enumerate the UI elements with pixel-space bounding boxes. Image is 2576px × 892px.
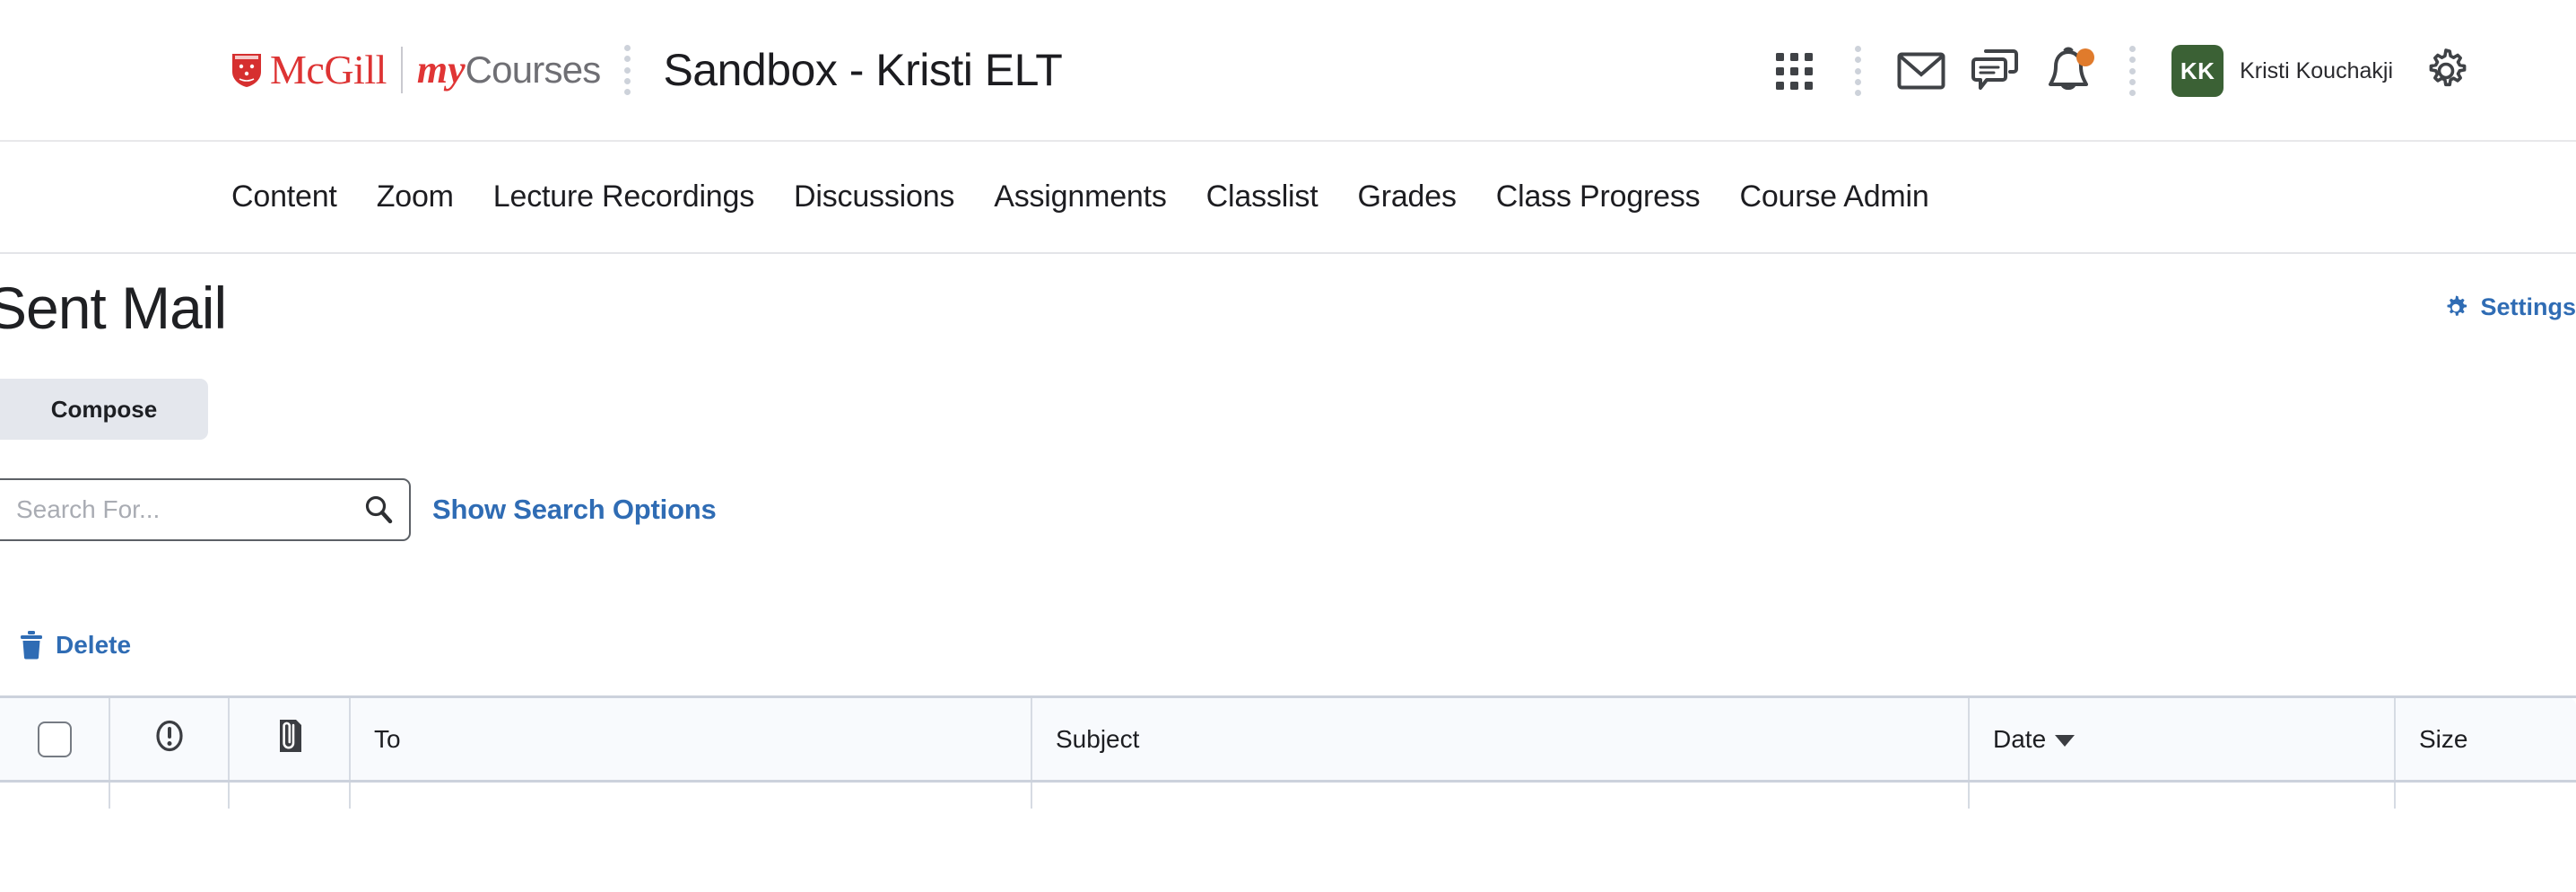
nav-item-lecture-recordings[interactable]: Lecture Recordings (493, 179, 754, 214)
table-header: To Subject Date Size (0, 695, 2576, 783)
apps-grid-icon (1775, 52, 1813, 90)
course-nav-bar: Content Zoom Lecture Recordings Discussi… (0, 142, 2576, 254)
cell-priority (109, 781, 230, 809)
search-input[interactable] (16, 495, 362, 524)
search-row: Show Search Options (0, 478, 717, 541)
email-icon (1897, 52, 1945, 90)
trash-icon (21, 631, 42, 660)
cell-date (1969, 781, 2396, 809)
header-dot-separator (623, 45, 631, 95)
table-header-row: To Subject Date Size (0, 695, 2576, 783)
compose-button-wrapper: Compose (0, 379, 208, 440)
mycourses-brand-logo[interactable]: McGill my Courses (231, 47, 602, 93)
mcgill-wordmark: McGill (270, 47, 387, 92)
nav-item-zoom[interactable]: Zoom (377, 179, 454, 214)
priority-exclamation-icon (155, 720, 183, 752)
search-icon[interactable] (362, 494, 395, 526)
nav-item-classlist[interactable]: Classlist (1206, 179, 1318, 214)
subscriptions-button[interactable] (1963, 39, 2026, 102)
gear-icon (2447, 295, 2467, 316)
cell-size (2395, 781, 2576, 809)
nav-item-class-progress[interactable]: Class Progress (1496, 179, 1701, 214)
page-title: Sent Mail (0, 275, 227, 341)
brand-divider (400, 47, 403, 93)
chat-bubbles-icon (1971, 49, 2019, 90)
sort-descending-icon (2055, 734, 2076, 747)
courses-wordmark: Courses (465, 48, 602, 91)
header-actions: KK Kristi Kouchakji (1757, 0, 2483, 142)
column-header-priority[interactable] (109, 695, 230, 783)
sent-mail-page: Sent Mail Settings Compose Show Search O… (0, 254, 2576, 890)
column-header-select[interactable] (0, 695, 110, 783)
column-header-to[interactable]: To (350, 695, 1032, 783)
top-header-bar: McGill my Courses Sandbox - Kristi ELT K… (0, 0, 2576, 142)
cell-attachment (229, 781, 351, 809)
page-header: Sent Mail Settings (0, 254, 2576, 366)
user-name[interactable]: Kristi Kouchakji (2240, 58, 2393, 84)
course-title: Sandbox - Kristi ELT (663, 45, 1063, 95)
column-header-attachment[interactable] (229, 695, 351, 783)
cell-to (350, 781, 1032, 809)
compose-button[interactable]: Compose (0, 379, 208, 440)
column-header-subject[interactable]: Subject (1031, 695, 1970, 783)
header-dot-separator-2 (1854, 46, 1861, 96)
email-button[interactable] (1890, 39, 1953, 102)
table-row[interactable] (0, 781, 2576, 809)
my-wordmark: my (416, 48, 466, 92)
delete-button[interactable]: Delete (20, 631, 131, 660)
notifications-button[interactable] (2037, 39, 2100, 102)
column-header-date-label: Date (1993, 724, 2047, 753)
notification-badge (2076, 48, 2095, 66)
nav-item-assignments[interactable]: Assignments (994, 179, 1167, 214)
search-box[interactable] (0, 478, 411, 541)
avatar[interactable]: KK (2171, 45, 2224, 97)
show-search-options-link[interactable]: Show Search Options (432, 494, 717, 526)
header-dot-separator-3 (2128, 46, 2136, 96)
select-all-checkbox[interactable] (37, 721, 72, 757)
column-header-date[interactable]: Date (1969, 695, 2396, 783)
table-body (0, 781, 2576, 809)
column-header-size[interactable]: Size (2395, 695, 2576, 783)
cell-select[interactable] (0, 781, 110, 809)
paperclip-icon (279, 720, 301, 752)
nav-item-content[interactable]: Content (231, 179, 337, 214)
nav-item-course-admin[interactable]: Course Admin (1739, 179, 1928, 214)
nav-item-grades[interactable]: Grades (1357, 179, 1456, 214)
apps-grid-button[interactable] (1762, 39, 1825, 102)
cell-subject (1031, 781, 1970, 809)
nav-item-discussions[interactable]: Discussions (794, 179, 954, 214)
gear-icon (2429, 48, 2467, 87)
account-settings-button[interactable] (2415, 39, 2477, 102)
mcgill-shield-icon (232, 54, 261, 87)
settings-label: Settings (2480, 293, 2576, 320)
sent-mail-table: To Subject Date Size (0, 695, 2576, 809)
delete-label: Delete (56, 631, 132, 659)
settings-link[interactable]: Settings (2442, 293, 2576, 321)
